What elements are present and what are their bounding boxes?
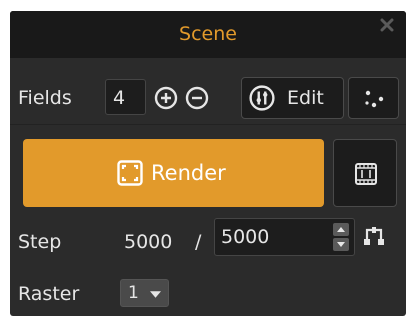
scene-panel: Scene Fields 4 Edit Render Step 5000 / 5… (10, 11, 406, 316)
scatter-dots-icon (365, 90, 384, 108)
film-frame-icon (355, 163, 377, 185)
points-button[interactable] (348, 77, 399, 119)
edit-label: Edit (287, 87, 324, 109)
minus-circle-icon[interactable] (185, 86, 209, 110)
fields-input[interactable]: 4 (105, 79, 146, 115)
adjust-sliders-icon (249, 85, 275, 111)
step-total-value: 5000 (221, 226, 270, 248)
link-nodes-icon[interactable] (362, 224, 386, 248)
film-button[interactable] (333, 139, 397, 207)
render-label: Render (151, 161, 226, 185)
step-separator: / (195, 231, 202, 253)
render-button[interactable]: Render (23, 139, 324, 207)
close-icon[interactable] (380, 18, 394, 32)
panel-titlebar: Scene (10, 11, 406, 58)
step-label: Step (18, 231, 62, 253)
fields-value: 4 (113, 87, 126, 109)
fields-label: Fields (18, 87, 72, 109)
frame-target-icon (117, 160, 143, 186)
raster-select[interactable]: 1 (120, 279, 169, 307)
step-total-input[interactable]: 5000 (214, 218, 355, 256)
plus-circle-icon[interactable] (154, 86, 178, 110)
raster-label: Raster (18, 283, 80, 305)
raster-value: 1 (128, 283, 139, 303)
chevron-down-icon (150, 291, 161, 298)
edit-button[interactable]: Edit (241, 77, 344, 119)
section-divider (10, 124, 406, 125)
spin-arrows-icon[interactable] (333, 223, 349, 251)
step-current: 5000 (124, 231, 173, 253)
panel-title: Scene (179, 23, 237, 45)
